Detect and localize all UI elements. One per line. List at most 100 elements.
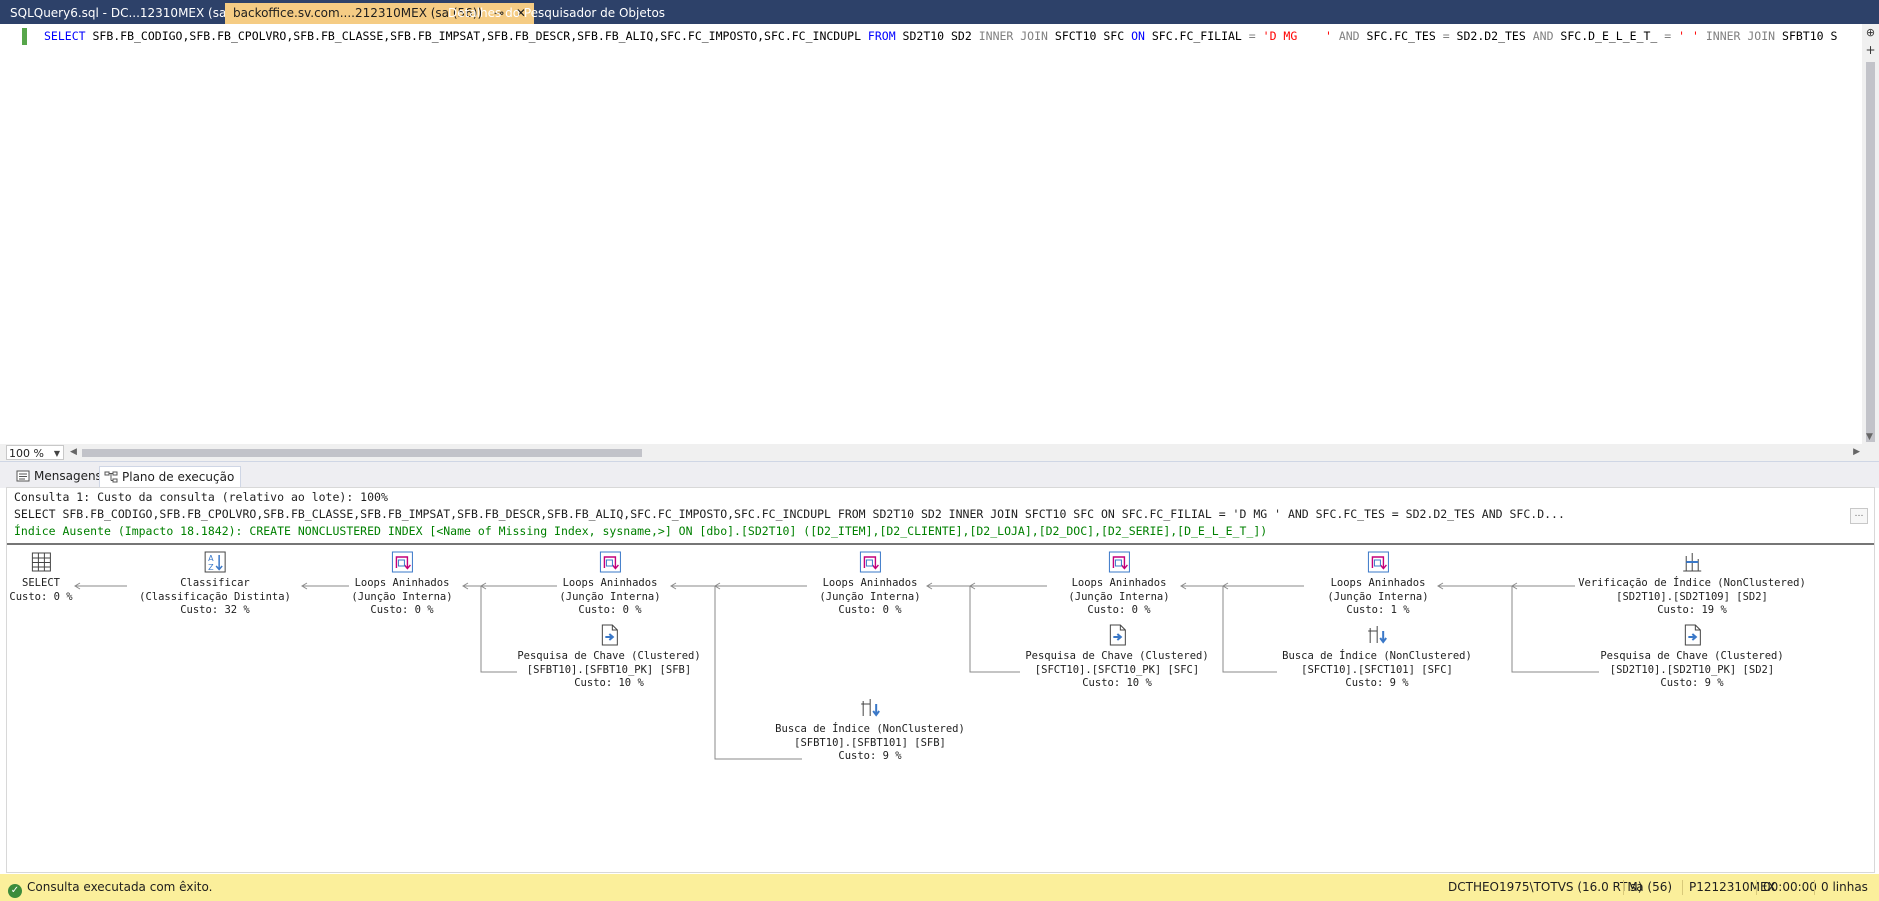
node-cost: Custo: 9 % xyxy=(1660,677,1724,689)
node-label: [SFCT10].[SFCT10_PK] [SFC] xyxy=(1034,663,1200,676)
sql-token: SFC.FC_TES xyxy=(1366,29,1443,43)
node-label: Busca de Índice (NonClustered) xyxy=(775,723,965,735)
node-label: Loops Aninhados xyxy=(562,577,658,589)
scrollbar-thumb[interactable] xyxy=(1866,62,1875,442)
sql-token: = xyxy=(1664,29,1679,43)
scroll-left-icon[interactable]: ◀ xyxy=(70,447,77,457)
plan-node-lookup1[interactable]: Pesquisa de Chave (Clustered) [SFBT10].[S… xyxy=(517,623,701,691)
results-tab-bar: Mensagens Plano de execução xyxy=(0,461,1879,488)
node-label: Loops Aninhados xyxy=(354,577,450,589)
nested-loops-icon xyxy=(859,551,881,573)
status-server: DCTHEO1975\TOTVS (16.0 RTM) xyxy=(1448,880,1643,894)
zoom-select[interactable]: 100 % ▼ xyxy=(6,445,64,460)
node-label: Loops Aninhados xyxy=(822,577,918,589)
status-bar: ✓ Consulta executada com êxito. DCTHEO197… xyxy=(0,874,1879,901)
node-cost: Custo: 9 % xyxy=(838,750,902,762)
check-icon: ✓ xyxy=(8,884,22,898)
plan-node-loop5[interactable]: Loops Aninhados (Junção Interna) Custo: 1 … xyxy=(1327,550,1429,618)
scroll-down-icon[interactable]: ▼ xyxy=(1866,432,1873,442)
status-elapsed: 00:00:00 xyxy=(1756,880,1817,895)
execution-plan-icon xyxy=(104,471,118,483)
tab-object-explorer-details[interactable]: Detalhes do Pesquisador de Objetos xyxy=(440,3,673,24)
node-label: (Junção Interna) xyxy=(559,590,661,603)
node-label: Loops Aninhados xyxy=(1330,577,1426,589)
sql-token: = xyxy=(1248,29,1263,43)
svg-text:A: A xyxy=(208,554,214,563)
plan-node-lookup3[interactable]: Pesquisa de Chave (Clustered) [SD2T10].[S… xyxy=(1600,623,1784,691)
node-cost: Custo: 0 % xyxy=(578,604,642,616)
key-lookup-icon xyxy=(601,624,618,646)
sql-token: AND xyxy=(1532,29,1561,43)
sql-token: SFC.D_E_L_E_T_ xyxy=(1560,29,1665,43)
index-scan-icon xyxy=(1682,553,1701,572)
node-cost: Custo: 19 % xyxy=(1657,604,1727,616)
plan-node-sort[interactable]: A Z Classificar (Classificação Distinta) Cus… xyxy=(139,550,291,618)
node-cost: Custo: 0 % xyxy=(9,590,73,603)
tab-messages[interactable]: Mensagens xyxy=(12,466,108,487)
add-icon[interactable]: + xyxy=(1864,44,1877,57)
scroll-right-icon[interactable]: ▶ xyxy=(1853,447,1860,457)
node-label: [SD2T10].[SD2T109] [SD2] xyxy=(1616,590,1768,603)
execution-plan-pane[interactable]: Consulta 1: Custo da consulta (relativo … xyxy=(6,487,1875,873)
nested-loops-icon xyxy=(1108,551,1130,573)
node-label: (Junção Interna) xyxy=(351,590,453,603)
node-cost: Custo: 9 % xyxy=(1345,677,1409,689)
query-editor[interactable]: SELECT SFB.FB_CODIGO,SFB.FB_CPOLVRO,SFB.… xyxy=(0,24,1879,445)
plan-node-lookup2[interactable]: Pesquisa de Chave (Clustered) [SFCT10].[S… xyxy=(1025,623,1209,691)
node-label: (Junção Interna) xyxy=(1327,590,1429,603)
nested-loops-icon xyxy=(391,551,413,573)
plan-edge xyxy=(1222,586,1277,673)
index-seek-icon xyxy=(1368,626,1387,644)
sql-token: SFBT10 S xyxy=(1782,29,1838,43)
node-label: Loops Aninhados xyxy=(1071,577,1167,589)
node-label: [SD2T10].[SD2T10_PK] [SD2] xyxy=(1609,663,1775,676)
sql-text-line[interactable]: SELECT SFB.FB_CODIGO,SFB.FB_CPOLVRO,SFB.… xyxy=(44,28,1854,45)
plan-edges xyxy=(74,582,1599,760)
editor-horizontal-scrollbar[interactable]: ◀ ▶ xyxy=(70,447,1860,458)
node-label: [SFBT10].[SFBT101] [SFB] xyxy=(794,736,946,749)
sql-token: SD2.D2_TES xyxy=(1456,29,1533,43)
tab-label: Detalhes do Pesquisador de Objetos xyxy=(448,6,666,20)
plan-node-loop2[interactable]: Loops Aninhados (Junção Interna) Custo: 0 … xyxy=(559,550,661,618)
node-label: Classificar xyxy=(180,577,250,589)
zoom-value: 100 % xyxy=(9,447,44,460)
plan-node-loop4[interactable]: Loops Aninhados (Junção Interna) Custo: 0 … xyxy=(1068,550,1170,618)
status-message: ✓ Consulta executada com êxito. xyxy=(8,880,212,898)
node-cost: Custo: 1 % xyxy=(1346,604,1410,616)
sql-token: INNER JOIN xyxy=(1705,29,1783,43)
svg-text:Z: Z xyxy=(208,563,214,572)
index-seek-icon xyxy=(861,699,880,717)
key-lookup-icon xyxy=(1684,624,1701,646)
node-label: (Classificação Distinta) xyxy=(139,590,291,603)
plan-node-loop3[interactable]: Loops Aninhados (Junção Interna) Custo: 0 … xyxy=(819,550,921,618)
tab-execution-plan[interactable]: Plano de execução xyxy=(99,466,242,488)
node-label: (Junção Interna) xyxy=(819,590,921,603)
change-marker xyxy=(22,28,27,45)
sql-token: = xyxy=(1442,29,1457,43)
node-cost: Custo: 10 % xyxy=(1082,677,1152,689)
plan-node-seek2[interactable]: Busca de Índice (NonClustered) [SFBT10].[… xyxy=(775,696,965,764)
tab-label: Plano de execução xyxy=(122,470,235,484)
node-label: Busca de Índice (NonClustered) xyxy=(1282,650,1472,662)
sql-token: ON xyxy=(1131,29,1152,43)
node-label: [SFCT10].[SFCT101] [SFC] xyxy=(1301,663,1453,676)
node-label: (Junção Interna) xyxy=(1068,590,1170,603)
plan-node-loop1[interactable]: Loops Aninhados (Junção Interna) Custo: 0 … xyxy=(351,550,453,618)
plan-node-scan[interactable]: Verificação de Índice (NonClustered) [SD2… xyxy=(1578,550,1806,618)
plan-node-select[interactable]: SELECT Custo: 0 % xyxy=(9,550,73,604)
node-label: Pesquisa de Chave (Clustered) xyxy=(1025,650,1209,662)
split-icon[interactable]: ⊕ xyxy=(1864,26,1877,39)
plan-node-seek1[interactable]: Busca de Índice (NonClustered) [SFCT10].[… xyxy=(1282,623,1472,691)
sql-token: ' ' xyxy=(1678,29,1706,43)
scrollbar-thumb[interactable] xyxy=(82,449,642,457)
key-lookup-icon xyxy=(1109,624,1126,646)
sql-token: SFC.FC_FILIAL xyxy=(1151,29,1249,43)
editor-vertical-scrollbar[interactable]: ⊕ + ▼ xyxy=(1862,24,1879,444)
node-label: SELECT xyxy=(22,577,60,589)
sql-token: SFB.FB_CODIGO,SFB.FB_CPOLVRO,SFB.FB_CLAS… xyxy=(92,29,868,43)
plan-edge xyxy=(480,586,517,673)
node-label: Verificação de Índice (NonClustered) xyxy=(1578,577,1806,589)
node-cost: Custo: 0 % xyxy=(838,604,902,616)
chevron-down-icon: ▼ xyxy=(53,449,60,458)
node-label: Pesquisa de Chave (Clustered) xyxy=(517,650,701,662)
